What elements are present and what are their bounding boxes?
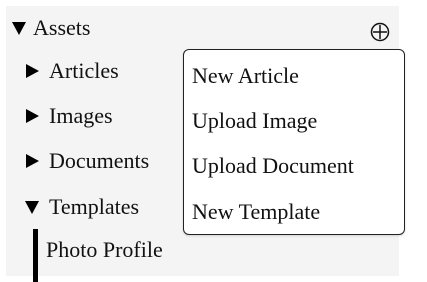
menu-item-upload-document[interactable]: Upload Document — [192, 151, 354, 181]
caret-right-icon[interactable] — [26, 154, 39, 168]
menu-item-new-article[interactable]: New Article — [192, 61, 299, 91]
tree-item-articles[interactable]: Articles — [24, 58, 119, 84]
caret-right-icon[interactable] — [26, 109, 39, 123]
menu-item-upload-image[interactable]: Upload Image — [192, 106, 317, 136]
tree-root-assets[interactable]: Assets — [12, 15, 90, 41]
caret-down-icon[interactable] — [12, 21, 26, 35]
tree-item-label: Images — [49, 103, 113, 128]
tree-item-label: Documents — [49, 148, 150, 173]
asset-tree-panel: Assets Articles Images Documents Templat… — [6, 6, 405, 282]
caret-down-icon[interactable] — [25, 200, 39, 214]
menu-item-new-template[interactable]: New Template — [192, 197, 320, 227]
selection-indicator — [33, 229, 38, 282]
tree-item-label: Templates — [49, 194, 140, 219]
caret-right-icon[interactable] — [26, 64, 39, 78]
add-icon[interactable] — [370, 22, 390, 42]
context-menu: New Article Upload Image Upload Document… — [183, 49, 405, 235]
tree-item-templates[interactable]: Templates — [25, 194, 139, 220]
tree-item-label: Articles — [49, 58, 119, 83]
tree-root-label: Assets — [33, 15, 91, 40]
tree-item-images[interactable]: Images — [24, 103, 113, 129]
tree-item-documents[interactable]: Documents — [24, 148, 149, 174]
tree-child-photo-profile[interactable]: Photo Profile — [46, 237, 163, 263]
